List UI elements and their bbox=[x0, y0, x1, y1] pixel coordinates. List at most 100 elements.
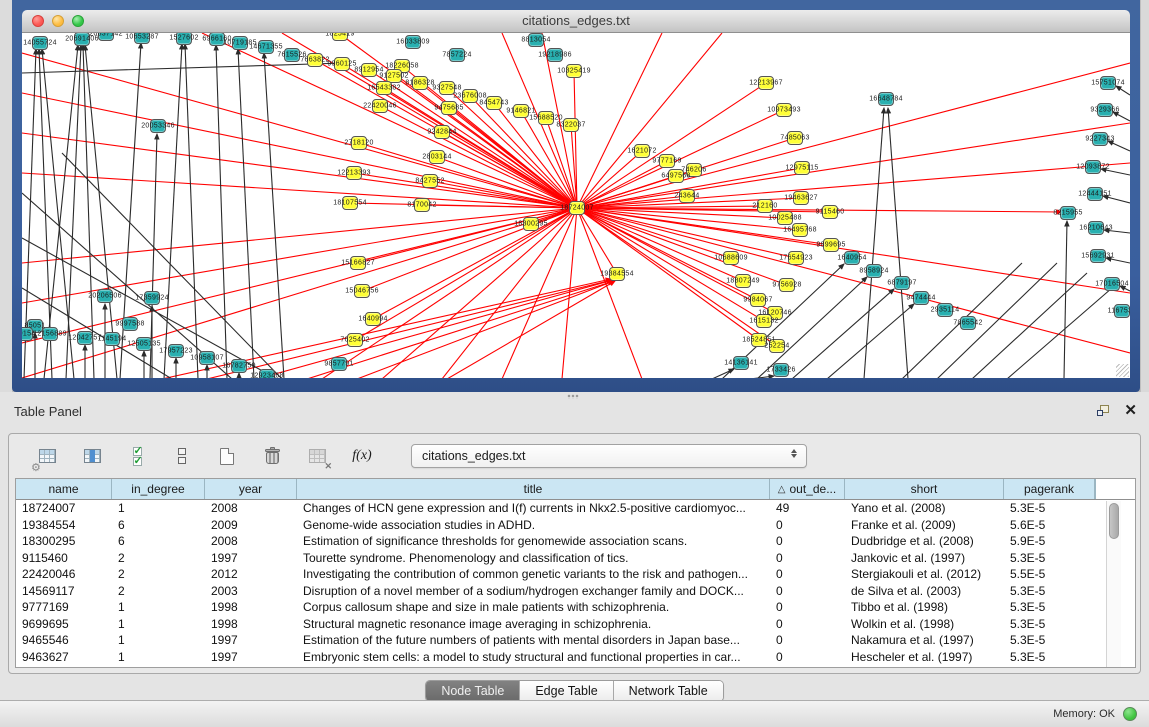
table-row[interactable]: 1830029562008Estimation of significance … bbox=[16, 533, 1135, 550]
table-row[interactable]: 946362711997Embryonic stem cells: a mode… bbox=[16, 649, 1135, 666]
table-cell: 1997 bbox=[205, 632, 297, 649]
table-row[interactable]: 1456911722003Disruption of a novel membe… bbox=[16, 583, 1135, 600]
network-node-label: 6497568 bbox=[661, 173, 690, 180]
column-header-in-degree[interactable]: in_degree bbox=[112, 479, 205, 499]
network-node-label: 19463627 bbox=[784, 195, 818, 202]
network-node-label: 10688609 bbox=[714, 255, 748, 262]
column-header-title[interactable]: title bbox=[297, 479, 770, 499]
scrollbar-thumb[interactable] bbox=[1109, 503, 1119, 539]
table-cell: 49 bbox=[770, 500, 845, 517]
network-node-label: 18300295 bbox=[514, 221, 548, 228]
table-row[interactable]: 977716911998Corpus callosum shape and si… bbox=[16, 599, 1135, 616]
network-canvas[interactable]: 1405572420691406268371421065328715276026… bbox=[22, 33, 1130, 378]
network-node-label: 18807249 bbox=[726, 278, 760, 285]
select-columns-icon bbox=[84, 449, 101, 463]
network-node-label: 7865542 bbox=[953, 320, 982, 327]
table-cell: 9115460 bbox=[16, 550, 112, 567]
table-cell: 9699695 bbox=[16, 616, 112, 633]
table-cell: 5.6E-5 bbox=[1004, 517, 1095, 534]
network-node-label: 15688520 bbox=[529, 115, 563, 122]
network-node-label: 9146821 bbox=[506, 108, 535, 115]
table-row[interactable]: 946554611997Estimation of the future num… bbox=[16, 632, 1135, 649]
table-cell: 6 bbox=[112, 517, 205, 534]
close-panel-icon[interactable]: ✕ bbox=[1124, 401, 1137, 419]
panel-divider[interactable] bbox=[0, 392, 1149, 400]
table-cell: 2008 bbox=[205, 533, 297, 550]
network-node-label: 8170042 bbox=[407, 202, 436, 209]
network-node-label: 1621072 bbox=[627, 148, 656, 155]
memory-status-label: Memory: OK bbox=[1053, 708, 1115, 720]
network-node-label: 17359924 bbox=[135, 295, 169, 302]
table-cell: Wolkin et al. (1998) bbox=[845, 616, 1004, 633]
window-titlebar[interactable]: citations_edges.txt bbox=[22, 10, 1130, 33]
vertical-scrollbar[interactable] bbox=[1106, 501, 1121, 667]
network-node-label: 12093872 bbox=[1076, 164, 1110, 171]
table-cell: 9465546 bbox=[16, 632, 112, 649]
table-toolbar: ⚙ ✓✓ bbox=[9, 434, 1140, 478]
memory-status-icon[interactable] bbox=[1123, 707, 1137, 721]
table-cell: Embryonic stem cells: a model to study s… bbox=[297, 649, 770, 666]
table-cell: 0 bbox=[770, 517, 845, 534]
table-cell: Yano et al. (2008) bbox=[845, 500, 1004, 517]
table-row[interactable]: 911546021997Tourette syndrome. Phenomeno… bbox=[16, 550, 1135, 567]
unselect-all-button[interactable] bbox=[170, 444, 194, 468]
table-cell: Genome-wide association studies in ADHD. bbox=[297, 517, 770, 534]
table-cell: Structural magnetic resonance image aver… bbox=[297, 616, 770, 633]
import-table-icon bbox=[309, 449, 326, 463]
network-node-label: 1640994 bbox=[358, 316, 387, 323]
table-cell: 19384554 bbox=[16, 517, 112, 534]
float-panel-icon[interactable] bbox=[1097, 405, 1111, 418]
network-node-label: 18107554 bbox=[333, 200, 367, 207]
table-cell: 2012 bbox=[205, 566, 297, 583]
sort-ascending-icon: △ bbox=[778, 484, 786, 495]
network-node-label: 9475685 bbox=[434, 105, 463, 112]
tab-edge-table[interactable]: Edge Table bbox=[520, 681, 613, 701]
table-cell: 5.3E-5 bbox=[1004, 632, 1095, 649]
network-node-label: 1733426 bbox=[766, 367, 795, 374]
table-row[interactable]: 1938455462009Genome-wide association stu… bbox=[16, 517, 1135, 534]
divider-handle-icon[interactable] bbox=[567, 394, 579, 399]
network-node-label: 8958924 bbox=[859, 268, 888, 275]
table-cell: 1997 bbox=[205, 550, 297, 567]
network-node-label: 15751074 bbox=[1091, 80, 1125, 87]
table-row[interactable]: 969969511998Structural magnetic resonanc… bbox=[16, 616, 1135, 633]
network-node-label: 8186328 bbox=[405, 80, 434, 87]
delete-column-button[interactable] bbox=[260, 444, 284, 468]
new-column-button[interactable] bbox=[215, 444, 239, 468]
table-cell: 1 bbox=[112, 632, 205, 649]
tab-network-table[interactable]: Network Table bbox=[614, 681, 723, 701]
column-header-out-de-[interactable]: △out_de... bbox=[770, 479, 845, 499]
network-node-label: 7625402 bbox=[340, 337, 369, 344]
network-node-label: 1167533 bbox=[1108, 308, 1130, 315]
network-node-label: 1145194 bbox=[98, 336, 127, 343]
table-cell: Estimation of the future numbers of pati… bbox=[297, 632, 770, 649]
import-table-button[interactable]: ✕ bbox=[305, 444, 329, 468]
window-resize-grip[interactable] bbox=[1116, 364, 1129, 377]
column-header-year[interactable]: year bbox=[205, 479, 297, 499]
table-cell: 5.9E-5 bbox=[1004, 533, 1095, 550]
table-settings-button[interactable]: ⚙ bbox=[35, 444, 59, 468]
network-node-label: 8322037 bbox=[556, 122, 585, 129]
table-selector-dropdown[interactable]: citations_edges.txt bbox=[411, 444, 807, 468]
table-cell: 9463627 bbox=[16, 649, 112, 666]
network-node-label: 10973493 bbox=[767, 107, 801, 114]
table-cell: 2 bbox=[112, 550, 205, 567]
tab-node-table[interactable]: Node Table bbox=[426, 681, 520, 701]
table-cell: 2 bbox=[112, 566, 205, 583]
network-node-label: 7857224 bbox=[442, 52, 471, 59]
table-body: 1872400712008Changes of HCN gene express… bbox=[16, 500, 1135, 665]
column-header-pagerank[interactable]: pagerank bbox=[1004, 479, 1095, 499]
attribute-table: namein_degreeyeartitle△out_de...shortpag… bbox=[15, 478, 1136, 668]
network-node-label: 12213967 bbox=[749, 80, 783, 87]
table-cell: 0 bbox=[770, 599, 845, 616]
column-header-name[interactable]: name bbox=[16, 479, 112, 499]
function-builder-button[interactable]: f(x) bbox=[350, 444, 374, 468]
network-node-label: 15692931 bbox=[1081, 253, 1115, 260]
network-node-label: 9984067 bbox=[743, 297, 772, 304]
select-columns-button[interactable] bbox=[80, 444, 104, 468]
column-header-short[interactable]: short bbox=[845, 479, 1004, 499]
select-all-button[interactable]: ✓✓ bbox=[125, 444, 149, 468]
table-row[interactable]: 1872400712008Changes of HCN gene express… bbox=[16, 500, 1135, 517]
table-cell: 0 bbox=[770, 583, 845, 600]
table-row[interactable]: 2242004622012Investigating the contribut… bbox=[16, 566, 1135, 583]
